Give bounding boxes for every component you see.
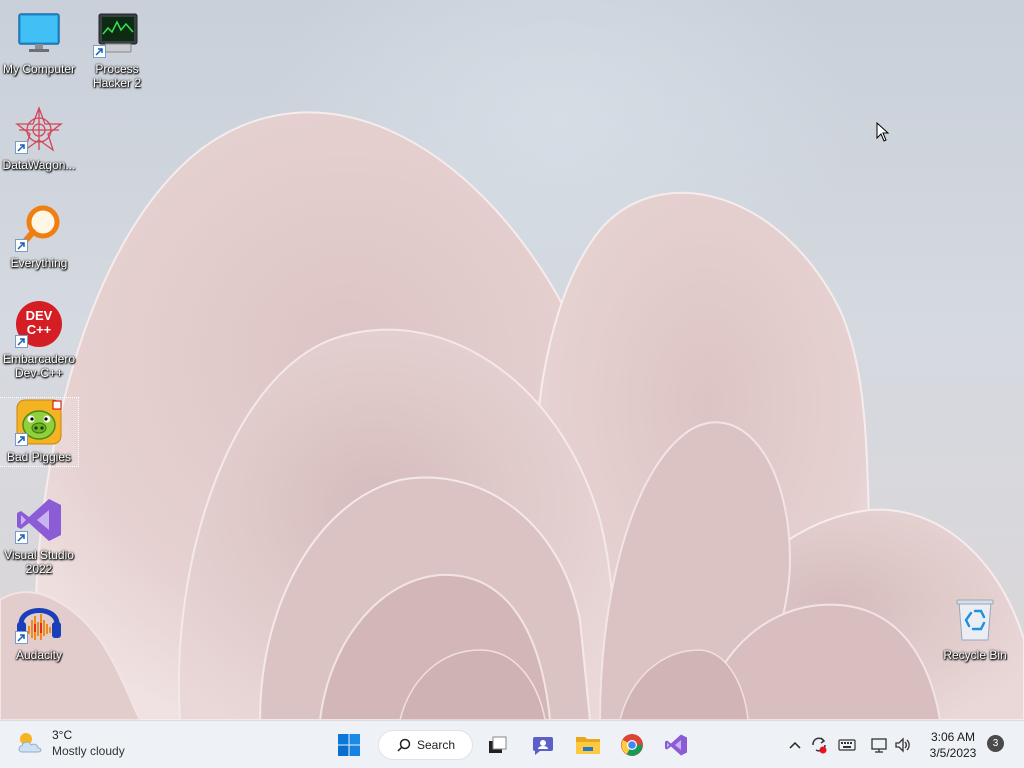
shortcut-arrow-icon — [15, 335, 28, 348]
start-icon — [338, 734, 360, 756]
search-label: Search — [417, 738, 456, 752]
shortcut-arrow-icon — [15, 433, 28, 446]
file-explorer-button[interactable] — [572, 729, 604, 761]
volume-icon — [895, 737, 910, 753]
devcpp-logo-text: DEV C++ — [25, 308, 53, 337]
desktop-icon-visual-studio[interactable]: Visual Studio 2022 — [0, 496, 78, 576]
visual-studio-icon — [665, 734, 687, 756]
shortcut-arrow-icon — [15, 239, 28, 252]
sync-tray-button[interactable] — [808, 733, 830, 757]
shortcut-arrow-icon — [93, 45, 106, 58]
desktop-icon-my-computer[interactable]: My Computer — [0, 10, 78, 76]
visual-studio-taskbar-button[interactable] — [660, 729, 692, 761]
chat-icon — [533, 737, 553, 755]
notification-badge[interactable]: 3 — [987, 735, 1004, 752]
desktop-icon-label: Recycle Bin — [943, 648, 1007, 662]
chrome-icon — [621, 734, 643, 756]
volume-tray-button[interactable] — [892, 733, 914, 757]
clock-date: 3/5/2023 — [929, 746, 977, 760]
monitor-icon — [15, 10, 63, 58]
desktop-icon-process-hacker[interactable]: Process Hacker 2 — [78, 10, 156, 90]
desktop-icon-label: Process Hacker 2 — [92, 62, 142, 90]
desktop-icon-label: Bad Piggies — [6, 450, 72, 464]
clock-time: 3:06 AM — [930, 730, 976, 744]
search-icon — [397, 738, 411, 752]
chat-button[interactable] — [527, 729, 559, 761]
start-button[interactable] — [333, 729, 365, 761]
network-tray-button[interactable] — [868, 733, 890, 757]
desktop-icon-bad-piggies[interactable]: Bad Piggies — [0, 397, 79, 467]
desktop-icon-everything[interactable]: Everything — [0, 204, 78, 270]
desktop-icon-label: My Computer — [2, 62, 76, 76]
visual-studio-icon — [15, 496, 63, 544]
sync-icon — [812, 737, 827, 754]
bad-piggies-icon — [15, 398, 63, 446]
audacity-icon — [15, 596, 63, 644]
shortcut-arrow-icon — [15, 141, 28, 154]
desktop-icon-label: DataWagon... — [2, 158, 76, 172]
weather-widget[interactable]: 3°C Mostly cloudy — [16, 727, 125, 759]
desktop-icon-devcpp[interactable]: DEV C++ Embarcadero Dev-C++ — [0, 300, 78, 380]
weather-temp: 3°C — [52, 728, 73, 742]
shortcut-arrow-icon — [15, 631, 28, 644]
file-explorer-icon — [576, 737, 600, 754]
process-hacker-icon — [93, 10, 141, 58]
task-view-icon — [489, 736, 507, 753]
chrome-button[interactable] — [616, 729, 648, 761]
desktop[interactable]: My Computer Process Hacker 2 DataWagon..… — [0, 0, 1024, 720]
desktop-icon-label: Visual Studio 2022 — [4, 548, 74, 576]
chevron-up-icon — [789, 741, 801, 749]
keyboard-tray-button[interactable] — [836, 733, 858, 757]
taskbar: 3°C Mostly cloudy Search 3:06 AM 3/5/202… — [0, 720, 1024, 768]
datawagon-icon — [15, 106, 63, 154]
desktop-icon-recycle-bin[interactable]: Recycle Bin — [936, 596, 1014, 662]
show-hidden-icons-button[interactable] — [784, 733, 806, 757]
desktop-icon-label: Audacity — [15, 648, 63, 662]
wallpaper-bloom — [0, 111, 1024, 720]
clock[interactable]: 3:06 AM 3/5/2023 — [920, 729, 986, 761]
magnifier-icon — [15, 204, 63, 252]
devcpp-icon: DEV C++ — [15, 300, 63, 348]
desktop-icon-audacity[interactable]: Audacity — [0, 596, 78, 662]
desktop-icon-label: Everything — [10, 256, 68, 270]
weather-cloud-icon — [18, 733, 42, 753]
network-icon — [871, 738, 887, 753]
desktop-icon-label: Embarcadero Dev-C++ — [2, 352, 76, 380]
search-button[interactable]: Search — [378, 730, 473, 760]
mouse-cursor-icon — [876, 122, 890, 142]
shortcut-arrow-icon — [15, 531, 28, 544]
task-view-button[interactable] — [481, 729, 513, 761]
desktop-icon-datawagon[interactable]: DataWagon... — [0, 106, 78, 172]
recycle-bin-icon — [951, 596, 999, 644]
keyboard-icon — [838, 739, 856, 751]
weather-condition: Mostly cloudy — [52, 744, 125, 758]
